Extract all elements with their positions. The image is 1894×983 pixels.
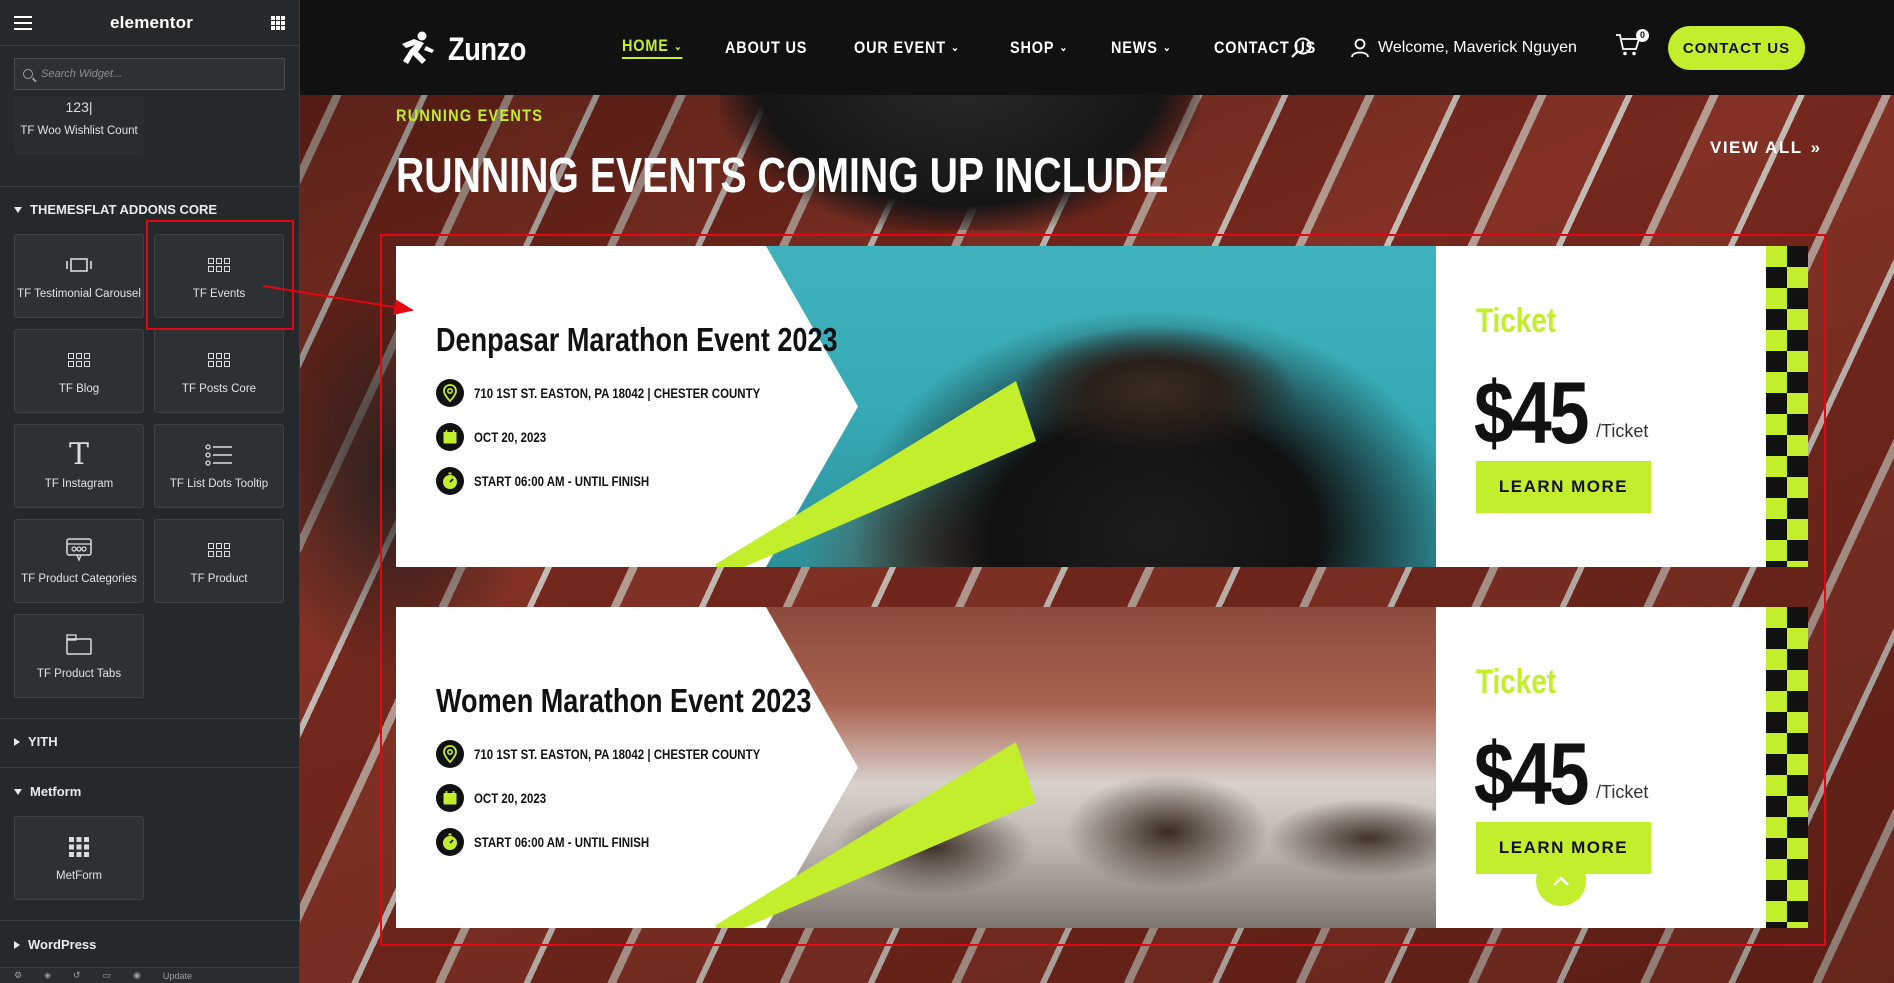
widget-tf-product-categories[interactable]: TF Product Categories (14, 519, 144, 603)
site-header: Zunzo HOME ⌄ ABOUT US OUR EVENT ⌄ SHOP ⌄ NE… (300, 0, 1894, 95)
section-themesflat-addons-core[interactable]: THEMESFLAT ADDONS CORE (14, 202, 217, 217)
text-t-icon: T (68, 437, 89, 472)
chevron-down-icon: ⌄ (673, 40, 683, 53)
nav-our-event[interactable]: OUR EVENT ⌄ (854, 36, 960, 59)
nav-home[interactable]: HOME ⌄ (622, 36, 683, 59)
caret-down-icon (14, 206, 22, 213)
header-search-icon[interactable] (1290, 36, 1314, 65)
section-heading: RUNNING EVENTS COMING UP INCLUDE (396, 149, 1169, 203)
grid-icon (208, 537, 230, 563)
nav-news[interactable]: NEWS ⌄ (1111, 36, 1172, 59)
section-wordpress[interactable]: WordPress (14, 937, 96, 952)
grid-icon (68, 347, 90, 373)
settings-icon[interactable]: ⚙ (14, 970, 22, 981)
preview-icon[interactable]: ◉ (133, 970, 141, 981)
nav-shop[interactable]: SHOP ⌄ (1010, 36, 1068, 59)
widget-tf-woo-wishlist-count[interactable]: 123| TF Woo Wishlist Count (14, 96, 144, 154)
chevron-down-icon: ⌄ (951, 42, 960, 54)
section-metform[interactable]: Metform (14, 784, 81, 799)
responsive-icon[interactable]: ▭ (103, 970, 112, 981)
widget-tf-blog[interactable]: TF Blog (14, 329, 144, 413)
update-button[interactable]: Update (163, 971, 192, 981)
caret-right-icon (14, 737, 20, 746)
contact-us-button[interactable]: CONTACT US (1668, 26, 1805, 70)
section-kicker: RUNNING EVENTS (396, 106, 544, 125)
panel-header: elementor (0, 0, 299, 46)
widget-tf-instagram[interactable]: T TF Instagram (14, 424, 144, 508)
site-logo[interactable]: Zunzo (396, 30, 540, 68)
widget-label: MetForm (56, 870, 102, 882)
chevron-up-icon (1553, 876, 1569, 886)
divider (0, 718, 299, 719)
user-account-link[interactable]: Welcome, Maverick Nguyen (1350, 38, 1577, 58)
widget-label: TF Posts Core (181, 383, 257, 395)
user-icon (1351, 38, 1369, 58)
divider (0, 920, 299, 921)
chevron-down-icon: ⌄ (1059, 42, 1069, 54)
runner-icon (402, 31, 434, 64)
tabs-icon (65, 632, 93, 658)
widget-tf-list-dots-tooltip[interactable]: TF List Dots Tooltip (154, 424, 284, 508)
widget-search-input[interactable] (41, 68, 261, 80)
widgets-grid-icon[interactable] (271, 15, 285, 30)
counter-icon: 123| (65, 98, 93, 115)
section-yith[interactable]: YITH (14, 734, 58, 749)
caret-down-icon (14, 788, 22, 795)
grid-icon (208, 347, 230, 373)
cart-count-badge: 0 (1636, 29, 1649, 42)
widget-label: TF List Dots Tooltip (169, 478, 269, 490)
list-icon (205, 442, 233, 468)
widget-tf-testimonial-carousel[interactable]: TF Testimonial Carousel (14, 234, 144, 318)
dots-grid-icon (68, 834, 90, 860)
widget-search-box[interactable] (14, 58, 285, 90)
panel-footer: ⚙ ◈ ↺ ▭ ◉ Update (0, 967, 299, 983)
widget-metform[interactable]: MetForm (14, 816, 144, 900)
categories-icon (65, 537, 93, 563)
divider (0, 186, 299, 187)
divider (0, 767, 299, 768)
annotation-selection-box (380, 234, 1826, 946)
widget-label: TF Woo Wishlist Count (20, 124, 138, 137)
chevron-down-icon: ⌄ (1162, 42, 1172, 54)
widget-label: TF Product (190, 573, 248, 585)
layers-icon[interactable]: ◈ (44, 970, 51, 981)
widget-label: TF Product Categories (21, 573, 137, 585)
carousel-icon (65, 252, 93, 278)
nav-about-us[interactable]: ABOUT US (725, 36, 807, 59)
main-navigation: HOME ⌄ ABOUT US OUR EVENT ⌄ SHOP ⌄ NEWS ⌄ CO… (622, 36, 1334, 59)
elementor-logo: elementor (109, 12, 194, 32)
view-all-link[interactable]: VIEW ALL » (1710, 138, 1822, 158)
scroll-to-top-button[interactable] (1536, 856, 1586, 906)
widget-tf-product-tabs[interactable]: TF Product Tabs (14, 614, 144, 698)
widget-label: TF Instagram (44, 478, 114, 490)
annotation-widget-highlight (146, 220, 294, 330)
widget-label: TF Blog (58, 383, 100, 395)
caret-right-icon (14, 940, 20, 949)
double-chevron-right-icon: » (1810, 138, 1822, 157)
search-icon (23, 69, 33, 79)
widget-tf-posts-core[interactable]: TF Posts Core (154, 329, 284, 413)
elementor-panel: elementor 123| TF Woo Wishlist Count THE… (0, 0, 300, 983)
menu-icon[interactable] (14, 15, 32, 30)
widget-tf-product[interactable]: TF Product (154, 519, 284, 603)
widget-label: TF Product Tabs (36, 668, 122, 680)
widget-label: TF Testimonial Carousel (17, 288, 141, 300)
cart-button[interactable]: 0 (1615, 29, 1649, 62)
history-icon[interactable]: ↺ (73, 970, 81, 981)
